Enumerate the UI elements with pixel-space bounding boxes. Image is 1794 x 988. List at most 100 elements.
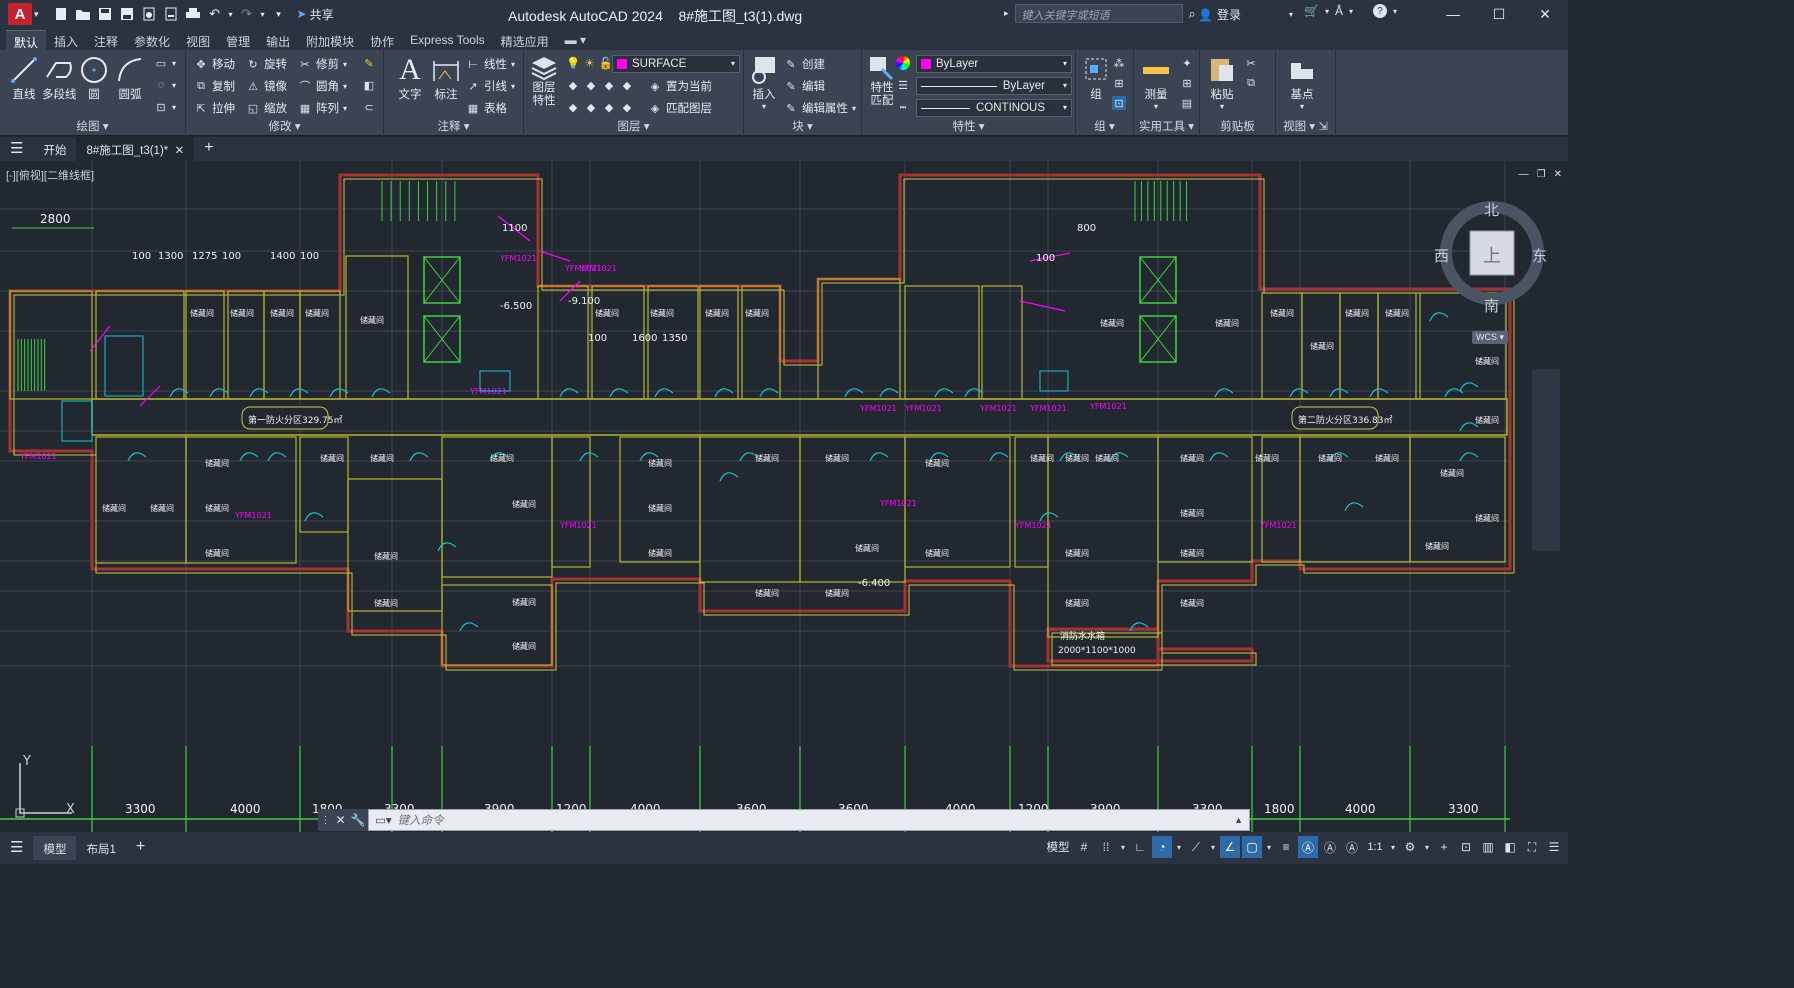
cube-top-face[interactable]: 上 xyxy=(1483,242,1501,268)
plus-icon[interactable]: + xyxy=(1434,836,1454,858)
open-folder-icon[interactable] xyxy=(73,4,93,24)
chevron-down-icon[interactable]: ▾ xyxy=(1349,7,1353,16)
annotation-scale-value[interactable]: 1:1 xyxy=(1364,836,1386,858)
layer-lock-icon[interactable]: ◆ xyxy=(620,78,634,92)
app-menu-button[interactable]: A xyxy=(8,3,32,25)
erase-button[interactable]: ✎ xyxy=(362,56,376,70)
chevron-down-icon[interactable]: ▾ xyxy=(1325,7,1329,16)
layer-properties-button[interactable]: 图层 特性 xyxy=(528,54,560,108)
utility-tools[interactable]: ✦ ⊞ ▤ xyxy=(1180,56,1194,110)
search-icon[interactable]: ⌕ xyxy=(1189,6,1196,22)
tab-addins[interactable]: 附加模块 xyxy=(298,30,362,50)
drawing-viewport[interactable]: YFM1021 YFM1021 YFM1021 YFM1021 YFM1021 YFM10… xyxy=(0,161,1568,832)
hardware-acceleration-icon[interactable]: ◧ xyxy=(1500,836,1520,858)
panel-title-utilities[interactable]: 实用工具 ▾ xyxy=(1134,118,1199,134)
linetype-icon-button[interactable]: ┅ xyxy=(896,100,910,114)
linear-button[interactable]: ⊢ 线性 ▾ xyxy=(466,56,515,72)
line-button[interactable]: 直线 xyxy=(8,54,40,102)
panel-title-layers[interactable]: 图层 ▾ xyxy=(524,118,743,134)
save-icon[interactable] xyxy=(95,4,115,24)
share-button[interactable]: ➤ 共享 xyxy=(297,6,334,23)
viewport-controls-label[interactable]: [-][俯视][二维线框] xyxy=(6,167,94,183)
isolate-objects-icon[interactable]: ⊡ xyxy=(1456,836,1476,858)
clipboard-tools[interactable]: ✂ ⧉ xyxy=(1244,56,1258,90)
table-button[interactable]: ▦ 表格 xyxy=(466,100,507,116)
compass-east[interactable]: 东 xyxy=(1532,245,1547,266)
hamburger-menu-icon[interactable]: ☰ xyxy=(0,137,33,161)
chevron-down-icon[interactable]: ▾ xyxy=(259,4,267,24)
layout-menu-icon[interactable]: ☰ xyxy=(0,836,33,860)
snap-icon[interactable]: ⁞⁞ xyxy=(1096,836,1116,858)
match-properties-button[interactable]: 特性 匹配 xyxy=(866,54,898,108)
navigation-bar[interactable] xyxy=(1532,369,1560,551)
group-tools[interactable]: ⁂ ⊞ ⊡ xyxy=(1112,56,1126,110)
wrench-icon[interactable]: 🔧 xyxy=(351,813,366,827)
wcs-menu[interactable]: WCS ▾ xyxy=(1472,331,1509,344)
auto-scale-icon[interactable]: Ⓐ xyxy=(1320,836,1340,858)
tab-output[interactable]: 输出 xyxy=(258,30,298,50)
rotate-button[interactable]: ↻ 旋转 xyxy=(246,56,287,72)
layer-isolate-icon[interactable]: ◆ xyxy=(584,78,598,92)
tab-active-drawing[interactable]: 8#施工图_t3(1)* ✕ xyxy=(76,137,195,161)
layer-off-icon[interactable]: ◆ xyxy=(566,78,580,92)
tab-collaborate[interactable]: 协作 xyxy=(362,30,402,50)
color-wheel-button[interactable] xyxy=(896,56,910,70)
plot-icon[interactable] xyxy=(183,4,203,24)
panel-title-annotation[interactable]: 注释 ▾ xyxy=(384,118,523,134)
panel-title-modify[interactable]: 修改 ▾ xyxy=(186,118,383,134)
panel-title-block[interactable]: 块 ▾ xyxy=(744,118,861,134)
tab-featured-apps[interactable]: 精选应用 xyxy=(493,30,557,50)
leader-button[interactable]: ↗ 引线 ▾ xyxy=(466,78,515,94)
save-as-icon[interactable] xyxy=(117,4,137,24)
chevron-down-icon[interactable]: ▾ xyxy=(1208,836,1218,858)
create-block-button[interactable]: ✎ 创建 xyxy=(784,56,825,72)
copy-button[interactable]: ⧉ 复制 xyxy=(194,78,235,94)
object-snap-tracking-icon[interactable]: ∠ xyxy=(1220,836,1240,858)
chevron-down-icon[interactable]: ▾ xyxy=(1118,836,1128,858)
lineweight-icon-button[interactable]: ☰ xyxy=(896,78,910,92)
compass-west[interactable]: 西 xyxy=(1434,245,1449,266)
chevron-down-icon[interactable]: ▾ xyxy=(1393,7,1397,16)
close-icon[interactable]: ✕ xyxy=(1522,0,1568,28)
layer-on-icon[interactable]: ◆ xyxy=(566,100,580,114)
help-icon[interactable]: ? xyxy=(1373,4,1387,18)
lineweight-dropdown[interactable]: ByLayer ▾ xyxy=(916,77,1072,95)
text-button[interactable]: A 文字 xyxy=(394,53,426,102)
tab-annotate[interactable]: 注释 xyxy=(86,30,126,50)
grid-icon[interactable]: # xyxy=(1074,836,1094,858)
polar-tracking-icon[interactable]: ◔ xyxy=(1152,836,1172,858)
chevron-down-icon[interactable]: ▾ xyxy=(1422,836,1432,858)
chevron-up-icon[interactable]: ▲ xyxy=(1234,815,1243,825)
annotation-visibility-icon[interactable]: Ⓐ xyxy=(1298,836,1318,858)
units-icon[interactable]: ▥ xyxy=(1478,836,1498,858)
layer-dropdown[interactable]: SURFACE ▾ xyxy=(612,55,740,73)
redo-icon[interactable]: ↷ xyxy=(237,4,257,24)
chevron-down-icon[interactable]: ▾ xyxy=(1388,836,1398,858)
signin-button[interactable]: 👤 登录 ▾ xyxy=(1198,6,1293,23)
compass-south[interactable]: 南 xyxy=(1484,295,1499,316)
model-space-toggle[interactable]: 模型 xyxy=(1044,836,1072,858)
edit-block-button[interactable]: ✎ 编辑 xyxy=(784,78,825,94)
tab-manage[interactable]: 管理 xyxy=(218,30,258,50)
move-button[interactable]: ✥ 移动 xyxy=(194,56,235,72)
fillet-button[interactable]: ⌒ 圆角 ▾ xyxy=(298,78,348,94)
edit-attributes-button[interactable]: ✎ 编辑属性 ▾ xyxy=(784,100,856,116)
measure-button[interactable]: 测量 ▾ xyxy=(1140,54,1172,111)
command-input[interactable]: ▭▾ 键入命令 ▲ xyxy=(368,809,1250,831)
paste-button[interactable]: 粘贴 ▾ xyxy=(1206,54,1238,111)
explode-button[interactable]: ◧ xyxy=(362,78,376,92)
restore-icon[interactable]: ❐ xyxy=(1537,169,1546,180)
insert-button[interactable]: 插入 ▾ xyxy=(748,54,780,111)
tab-start[interactable]: 开始 xyxy=(33,137,76,161)
layer-freeze-icon[interactable]: ◆ xyxy=(602,78,616,92)
close-icon[interactable]: ✕ xyxy=(1554,169,1562,180)
tab-layout1[interactable]: 布局1 xyxy=(76,836,125,860)
chevron-right-icon[interactable]: ▸ xyxy=(1004,8,1009,19)
hatch-tool[interactable]: ◌ ▾ xyxy=(154,78,176,92)
offset-button[interactable]: ⊂ xyxy=(362,100,376,114)
panel-title-properties[interactable]: 特性 ▾ xyxy=(862,118,1075,134)
panel-title-groups[interactable]: 组 ▾ xyxy=(1076,118,1133,134)
gear-icon[interactable]: ⚙ xyxy=(1400,836,1420,858)
minimize-icon[interactable]: — xyxy=(1519,169,1529,180)
new-file-icon[interactable] xyxy=(51,4,71,24)
